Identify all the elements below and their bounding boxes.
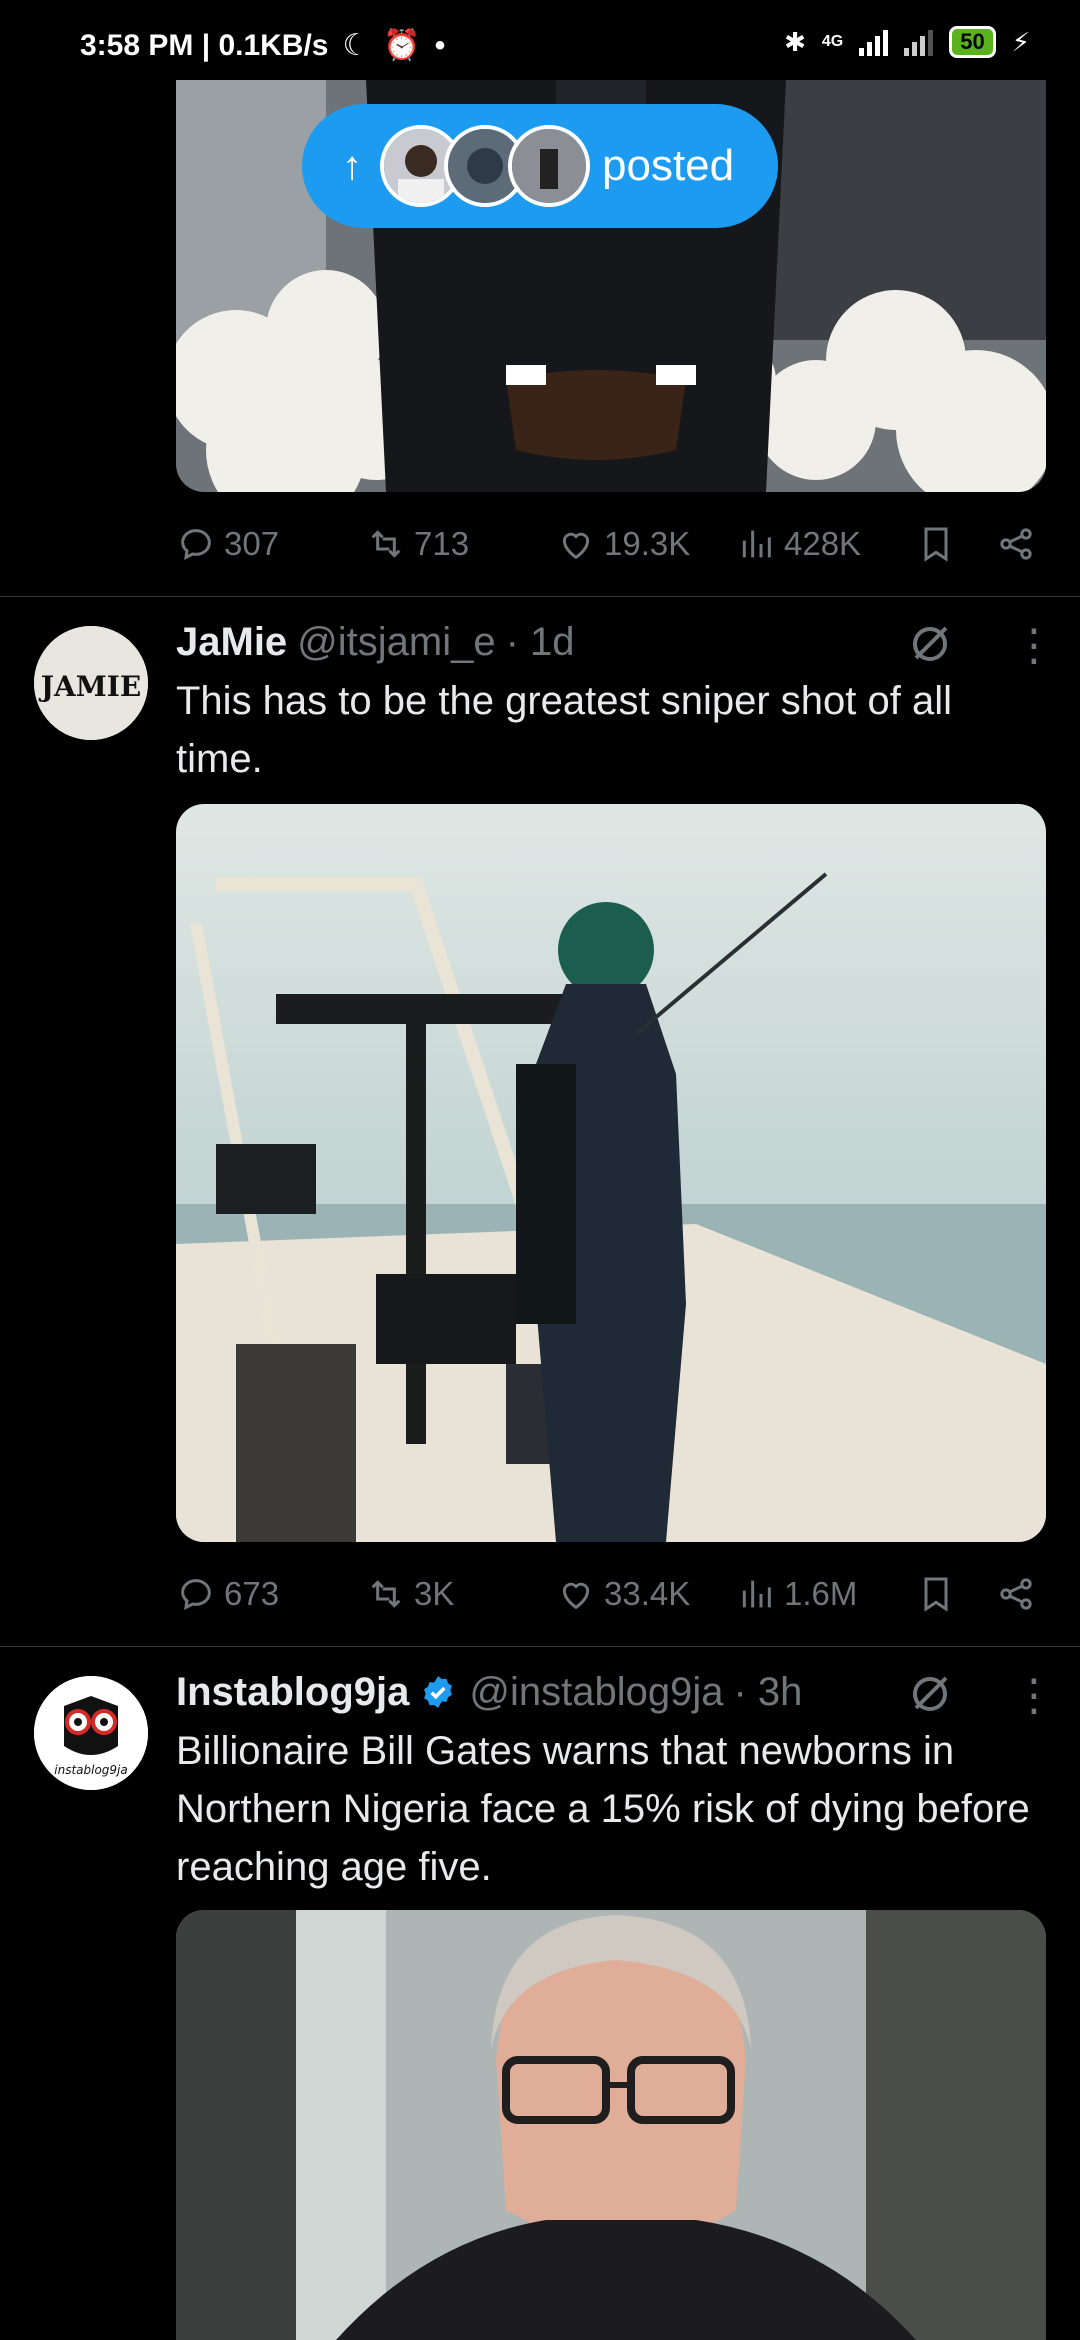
like-button[interactable]: 19.3K <box>556 524 736 564</box>
more-icon[interactable]: ⋮ <box>1012 1668 1056 1724</box>
battery-indicator: 50 <box>949 26 996 58</box>
bookmark-button[interactable] <box>916 1574 996 1614</box>
heart-icon <box>562 532 590 560</box>
charging-icon: ⚡ <box>1011 26 1030 57</box>
views-icon <box>742 1580 771 1608</box>
bluetooth-icon: ✱ <box>784 26 806 57</box>
view-count: 1.6M <box>784 1575 858 1612</box>
reply-button[interactable]: 673 <box>176 1574 366 1614</box>
reply-count: 307 <box>224 525 280 562</box>
tweet-text: Billionaire Bill Gates warns that newbor… <box>176 1729 1030 1889</box>
avatar-text: JAMIE <box>38 670 141 703</box>
repost-icon <box>371 530 401 558</box>
bookmark-icon <box>924 527 948 562</box>
views-button[interactable]: 428K <box>736 524 916 564</box>
display-name[interactable]: Instablog9ja <box>176 1670 409 1715</box>
like-count: 33.4K <box>604 1575 691 1612</box>
repost-count: 3K <box>414 1575 455 1612</box>
timestamp[interactable]: · 3h <box>734 1670 803 1715</box>
avatar[interactable]: instablog9ja <box>34 1676 148 1790</box>
alarm-icon: ⏰ <box>383 29 421 62</box>
arrow-up-icon: ↑ <box>342 143 362 188</box>
bookmark-icon <box>924 1577 948 1612</box>
status-time: 3:58 PM | 0.1KB/s <box>80 28 329 62</box>
status-left: 3:58 PM | 0.1KB/s ☾ ⏰ • <box>80 28 445 63</box>
grok-icon[interactable] <box>906 1670 954 1718</box>
verified-badge-icon <box>424 1676 453 1708</box>
dot-icon: • <box>434 28 446 62</box>
views-button[interactable]: 1.6M <box>736 1574 916 1614</box>
bookmark-button[interactable] <box>916 524 996 564</box>
heart-icon <box>562 1582 590 1610</box>
handle[interactable]: @itsjami_e <box>297 620 495 665</box>
avatar-text: instablog9ja <box>54 1763 127 1777</box>
repost-icon <box>371 1580 401 1608</box>
tweet1-actions: 307 713 19.3K 428K <box>176 514 1046 574</box>
reply-icon <box>181 529 211 560</box>
handle[interactable]: @instablog9ja <box>469 1670 723 1715</box>
timestamp[interactable]: · 1d <box>506 620 575 665</box>
tweet3-media[interactable] <box>176 1910 1046 2340</box>
reply-icon <box>181 1579 211 1610</box>
tweet2-media[interactable] <box>176 804 1046 1542</box>
share-icon <box>1000 528 1032 560</box>
divider <box>0 1646 1080 1647</box>
display-name[interactable]: JaMie <box>176 620 287 665</box>
like-count: 19.3K <box>604 525 691 562</box>
tweet2-actions: 673 3K 33.4K 1.6M <box>176 1564 1046 1624</box>
share-icon <box>1000 1578 1032 1610</box>
share-button[interactable] <box>996 1574 1046 1614</box>
repost-button[interactable]: 3K <box>366 1574 556 1614</box>
repost-count: 713 <box>414 525 470 562</box>
posted-avatar-3 <box>508 125 590 207</box>
more-icon[interactable]: ⋮ <box>1012 618 1056 674</box>
moon-icon: ☾ <box>342 29 370 62</box>
status-bar: 3:58 PM | 0.1KB/s ☾ ⏰ • ✱ 4G 50 ⚡ <box>0 0 1080 100</box>
grok-icon[interactable] <box>906 620 954 668</box>
like-button[interactable]: 33.4K <box>556 1574 736 1614</box>
new-posts-pill[interactable]: ↑ posted <box>302 104 778 228</box>
view-count: 428K <box>784 525 862 562</box>
views-icon <box>742 530 771 558</box>
share-button[interactable] <box>996 524 1046 564</box>
repost-button[interactable]: 713 <box>366 524 556 564</box>
signal-icon-2 <box>904 28 934 56</box>
tweet-text: This has to be the greatest sniper shot … <box>176 679 952 781</box>
network-type: 4G <box>821 33 844 50</box>
signal-icon <box>859 28 889 56</box>
reply-count: 673 <box>224 1575 280 1612</box>
divider <box>0 596 1080 597</box>
reply-button[interactable]: 307 <box>176 524 366 564</box>
posted-label: posted <box>602 141 735 190</box>
avatar[interactable]: JAMIE <box>34 626 148 740</box>
status-right: ✱ 4G 50 ⚡ <box>784 26 1030 58</box>
